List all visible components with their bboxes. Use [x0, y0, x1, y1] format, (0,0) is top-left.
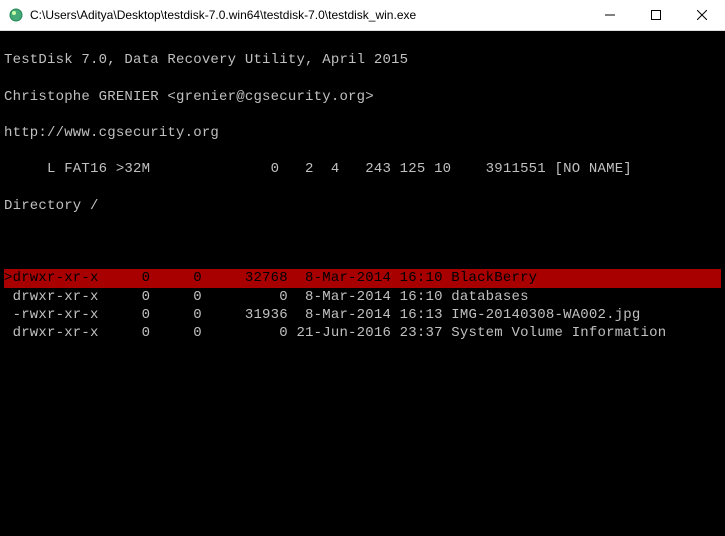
file-row[interactable]: >drwxr-xr-x 0 0 32768 8-Mar-2014 16:10 B… [4, 269, 721, 287]
window-controls [587, 0, 725, 30]
minimize-button[interactable] [587, 0, 633, 30]
app-icon [8, 7, 24, 23]
file-row[interactable]: drwxr-xr-x 0 0 0 8-Mar-2014 16:10 databa… [4, 288, 721, 306]
directory-line: Directory / [4, 197, 721, 215]
header-url-line: http://www.cgsecurity.org [4, 124, 721, 142]
terminal-filler [4, 360, 721, 536]
header-author-line: Christophe GRENIER <grenier@cgsecurity.o… [4, 88, 721, 106]
terminal-area[interactable]: TestDisk 7.0, Data Recovery Utility, Apr… [0, 31, 725, 536]
close-button[interactable] [679, 0, 725, 30]
file-list: >drwxr-xr-x 0 0 32768 8-Mar-2014 16:10 B… [4, 269, 721, 342]
maximize-button[interactable] [633, 0, 679, 30]
header-app-line: TestDisk 7.0, Data Recovery Utility, Apr… [4, 51, 721, 69]
blank-line [4, 233, 721, 251]
window-title: C:\Users\Aditya\Desktop\testdisk-7.0.win… [30, 8, 587, 22]
file-row[interactable]: drwxr-xr-x 0 0 0 21-Jun-2016 23:37 Syste… [4, 324, 721, 342]
window-titlebar: C:\Users\Aditya\Desktop\testdisk-7.0.win… [0, 0, 725, 31]
partition-line: L FAT16 >32M 0 2 4 243 125 10 3911551 [N… [4, 160, 721, 178]
file-row[interactable]: -rwxr-xr-x 0 0 31936 8-Mar-2014 16:13 IM… [4, 306, 721, 324]
